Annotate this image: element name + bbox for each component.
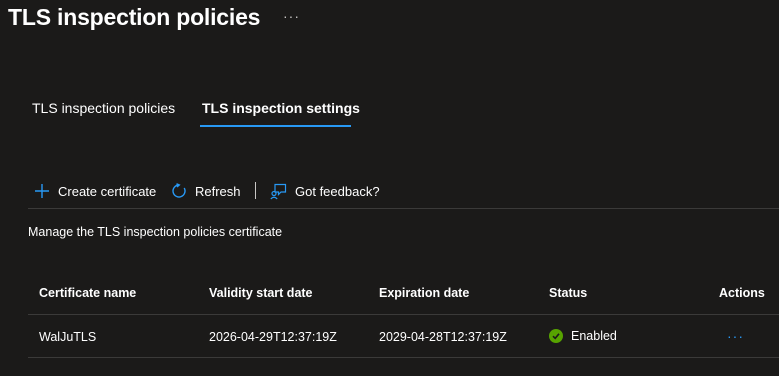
more-options-button[interactable]: ··· (283, 8, 300, 24)
feedback-label: Got feedback? (295, 183, 380, 199)
tab-tls-inspection-policies[interactable]: TLS inspection policies (32, 100, 175, 116)
table-header-divider (28, 314, 779, 315)
column-header-expiration-date[interactable]: Expiration date (379, 286, 469, 300)
create-certificate-label: Create certificate (58, 183, 157, 199)
row-actions-button[interactable]: ··· (727, 328, 744, 344)
feedback-button[interactable]: Got feedback? (270, 181, 380, 201)
feedback-icon (270, 183, 287, 200)
column-header-actions: Actions (719, 286, 765, 300)
page-title: TLS inspection policies (8, 4, 261, 30)
expiration-date-cell: 2029-04-28T12:37:19Z (379, 330, 507, 344)
page-description: Manage the TLS inspection policies certi… (28, 225, 283, 239)
toolbar-divider-line (28, 208, 779, 209)
toolbar-divider (255, 182, 256, 199)
table-row-divider (28, 357, 779, 358)
column-header-certificate-name[interactable]: Certificate name (39, 286, 136, 300)
column-header-validity-start-date[interactable]: Validity start date (209, 286, 313, 300)
column-header-status[interactable]: Status (549, 286, 587, 300)
selected-tab-indicator (200, 125, 351, 127)
create-certificate-button[interactable]: Create certificate (34, 181, 156, 201)
plus-icon (34, 183, 50, 199)
tab-tls-inspection-settings[interactable]: TLS inspection settings (202, 100, 360, 116)
refresh-label: Refresh (195, 183, 241, 199)
check-circle-icon (549, 329, 563, 343)
refresh-button[interactable]: Refresh (171, 181, 241, 201)
status-cell: Enabled (549, 329, 617, 343)
page: TLS inspection policies ··· TLS inspecti… (0, 0, 779, 376)
status-label: Enabled (571, 329, 617, 343)
certificate-name-cell: WalJuTLS (39, 330, 97, 344)
refresh-icon (171, 183, 187, 199)
validity-start-date-cell: 2026-04-29T12:37:19Z (209, 330, 337, 344)
